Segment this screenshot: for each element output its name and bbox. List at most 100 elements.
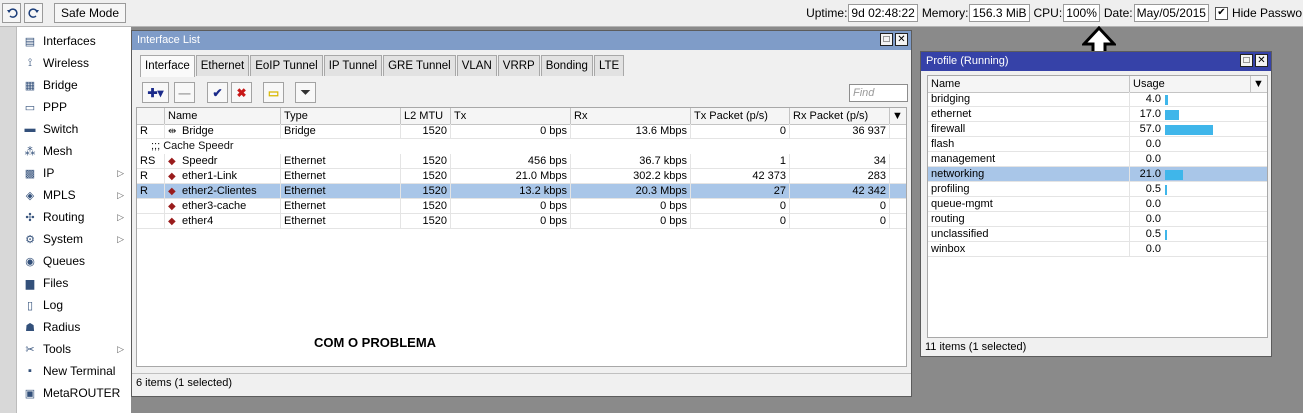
profile-row[interactable]: ethernet 17.0 (928, 107, 1267, 122)
sidebar-item-tools[interactable]: ✂ Tools ▷ (18, 338, 130, 360)
profile-close-button[interactable]: ✕ (1255, 54, 1268, 67)
cell-name: ⇹ Bridge (165, 124, 281, 139)
filter-button[interactable]: ⏷ (295, 82, 316, 103)
sidebar-item-mesh[interactable]: ⁂ Mesh (18, 140, 130, 162)
cell-rx: 0 bps (571, 199, 691, 214)
terminal-icon: ▪ (28, 365, 32, 377)
sidebar-item-queues[interactable]: ◉ Queues (18, 250, 130, 272)
add-button[interactable]: ✚▾ (142, 82, 169, 103)
tab-ip-tunnel[interactable]: IP Tunnel (323, 55, 383, 76)
table-row[interactable]: RS ◆ Speedr Ethernet 1520 456 bps 36.7 kbps 1 34 (137, 154, 906, 169)
sidebar-item-routing[interactable]: ✣ Routing ▷ (18, 206, 130, 228)
cell-type: Ethernet (281, 169, 401, 184)
tab-interface[interactable]: Interface (140, 55, 195, 77)
column-header-tx-packet[interactable]: Tx Packet (p/s) (691, 108, 790, 124)
ethernet-interface-icon: ◆ (168, 186, 176, 197)
comment-row[interactable]: ;;; Cache Speedr (137, 139, 906, 154)
profile-usage: 57.0 (1139, 123, 1161, 135)
filter-icon: ⏷ (300, 85, 311, 99)
sidebar-item-switch[interactable]: ▬ Switch (18, 118, 130, 140)
flag-column-header[interactable] (137, 108, 165, 124)
comment-button[interactable]: ▭ (263, 82, 284, 103)
cpu-value: 100% (1063, 4, 1100, 22)
enable-button[interactable]: ✔ (207, 82, 228, 103)
tab-ethernet[interactable]: Ethernet (195, 55, 250, 76)
column-header-rx[interactable]: Rx (571, 108, 691, 124)
cpu-label: CPU: (1033, 6, 1063, 20)
cell-type: Ethernet (281, 154, 401, 169)
mpls-icon: ◈ (25, 189, 35, 202)
profile-window-controls: □ ✕ (1240, 54, 1268, 67)
cell-txp: 27 (691, 184, 790, 199)
safe-mode-button[interactable]: Safe Mode (54, 3, 126, 23)
cell-mtu: 1520 (401, 154, 451, 169)
table-row[interactable]: R ⇹ Bridge Bridge 1520 0 bps 13.6 Mbps 0 36 937 (137, 124, 906, 139)
sidebar-item-system[interactable]: ⚙ System ▷ (18, 228, 130, 250)
sidebar-item-interfaces[interactable]: ▤ Interfaces (18, 30, 130, 52)
sidebar-item-ip[interactable]: ▩ IP ▷ (18, 162, 130, 184)
sidebar-item-wireless[interactable]: ⟟ Wireless (18, 52, 130, 74)
cell-type: Ethernet (281, 214, 401, 229)
cell-rx: 36.7 kbps (571, 154, 691, 169)
table-row[interactable]: ◆ ether3-cache Ethernet 1520 0 bps 0 bps 0 0 (137, 199, 906, 214)
interface-list-title[interactable]: Interface List (132, 31, 911, 50)
sidebar-item-metarouter[interactable]: ▣ MetaROUTER (18, 382, 130, 404)
disable-button[interactable]: ✖ (231, 82, 252, 103)
profile-row[interactable]: bridging 4.0 (928, 92, 1267, 107)
system-icon: ⚙ (25, 233, 35, 246)
sidebar-item-radius[interactable]: ☗ Radius (18, 316, 130, 338)
sidebar-item-label: MetaROUTER (43, 386, 121, 400)
redo-button[interactable] (24, 3, 43, 23)
sidebar-item-new-terminal[interactable]: ▪ New Terminal (18, 360, 130, 382)
maximize-button[interactable]: □ (880, 33, 893, 46)
close-button[interactable]: ✕ (895, 33, 908, 46)
sidebar-item-mpls[interactable]: ◈ MPLS ▷ (18, 184, 130, 206)
top-toolbar: Safe Mode Uptime: 9d 02:48:22 Memory: 15… (0, 0, 1303, 27)
column-header-name[interactable]: Name (165, 108, 281, 124)
table-row[interactable]: R ◆ ether2-Clientes Ethernet 1520 13.2 kbps 20… (137, 184, 906, 199)
profile-row[interactable]: firewall 57.0 (928, 122, 1267, 137)
usage-bar (1165, 125, 1214, 135)
sidebar-item-bridge[interactable]: ▦ Bridge (18, 74, 130, 96)
columns-dropdown-icon[interactable]: ▼ (890, 108, 906, 124)
profile-row[interactable]: profiling 0.5 (928, 182, 1267, 197)
profile-row[interactable]: unclassified 0.5 (928, 227, 1267, 242)
profile-row[interactable]: networking 21.0 (928, 167, 1267, 182)
sidebar-item-ppp[interactable]: ▭ PPP (18, 96, 130, 118)
tab-gre-tunnel[interactable]: GRE Tunnel (383, 55, 456, 76)
sidebar-item-label: Bridge (43, 78, 78, 92)
profile-row[interactable]: routing 0.0 (928, 212, 1267, 227)
table-row[interactable]: ◆ ether4 Ethernet 1520 0 bps 0 bps 0 0 (137, 214, 906, 229)
column-header-l2mtu[interactable]: L2 MTU (401, 108, 451, 124)
undo-button[interactable] (2, 3, 21, 23)
tab-bonding[interactable]: Bonding (540, 55, 593, 76)
tab-vlan[interactable]: VLAN (456, 55, 497, 76)
profile-title[interactable]: Profile (Running) (921, 52, 1271, 71)
interface-name: ether3-cache (182, 200, 247, 212)
profile-maximize-button[interactable]: □ (1240, 54, 1253, 67)
redo-icon (27, 8, 39, 18)
sidebar-item-files[interactable]: ▆ Files (18, 272, 130, 294)
problem-annotation: COM O PROBLEMA (314, 335, 437, 350)
tab-lte[interactable]: LTE (593, 55, 625, 76)
tab-vrrp[interactable]: VRRP (497, 55, 540, 76)
tab-eoip-tunnel[interactable]: EoIP Tunnel (250, 55, 323, 76)
profile-row[interactable]: winbox 0.0 (928, 242, 1267, 257)
profile-usage: 0.0 (1145, 213, 1161, 225)
ip-icon: ▩ (24, 167, 36, 180)
column-header-usage[interactable]: Usage (1130, 76, 1251, 92)
column-header-rx-packet[interactable]: Rx Packet (p/s) (790, 108, 890, 124)
sidebar-item-log[interactable]: ▯ Log (18, 294, 130, 316)
profile-row[interactable]: management 0.0 (928, 152, 1267, 167)
profile-row[interactable]: queue-mgmt 0.0 (928, 197, 1267, 212)
table-row[interactable]: R ◆ ether1-Link Ethernet 1520 21.0 Mbps 302.2 … (137, 169, 906, 184)
ethernet-interface-icon: ◆ (168, 171, 176, 182)
profile-columns-dropdown-icon[interactable]: ▼ (1251, 76, 1267, 92)
hide-passwords-checkbox[interactable]: ✔ (1214, 6, 1228, 20)
column-header-profile-name[interactable]: Name (928, 76, 1130, 92)
profile-row[interactable]: flash 0.0 (928, 137, 1267, 152)
find-input[interactable]: Find (849, 84, 908, 102)
remove-button[interactable]: — (174, 82, 195, 103)
column-header-tx[interactable]: Tx (451, 108, 571, 124)
column-header-type[interactable]: Type (281, 108, 401, 124)
